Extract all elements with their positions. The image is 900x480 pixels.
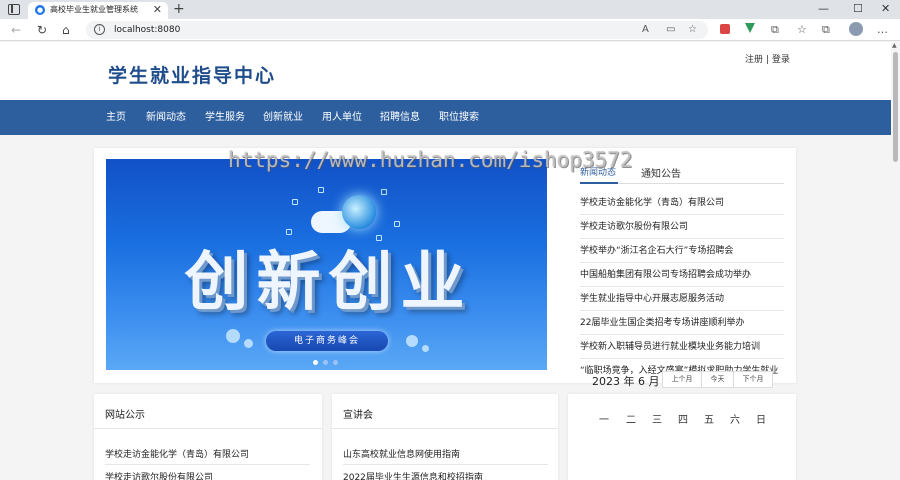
news-item[interactable]: 学校走访金能化学（青岛）有限公司	[580, 191, 784, 215]
scrollbar-thumb[interactable]	[893, 52, 898, 162]
tab-close-icon[interactable]: ✕	[153, 3, 162, 16]
calendar-year-unit: 年	[623, 375, 635, 388]
nav-news[interactable]: 新闻动态	[146, 100, 186, 135]
site-favicon-icon: ●	[35, 5, 45, 15]
fair-title: 宣讲会	[343, 410, 373, 421]
bubble-decoration	[406, 335, 418, 347]
banner-subtitle: 电子商务峰会	[266, 331, 388, 351]
fair-item-divider	[343, 464, 548, 465]
carousel-dot[interactable]	[323, 360, 328, 365]
bubble-decoration	[244, 339, 253, 348]
address-bar[interactable]: i localhost:8080 A ▭ ☆	[86, 21, 708, 39]
minimize-button[interactable]: —	[818, 1, 829, 17]
calendar-panel	[568, 394, 796, 480]
tab-actions-icon[interactable]	[8, 4, 20, 15]
prev-month-button[interactable]: 上个月	[662, 371, 702, 388]
weekday-label: 日	[756, 415, 766, 426]
weekday-label: 三	[652, 415, 662, 426]
watermark-text: https://www.huzhan.com/ishop3572	[228, 148, 633, 172]
more-icon[interactable]: …	[877, 22, 888, 38]
extension-icon[interactable]	[720, 24, 730, 34]
profile-avatar[interactable]	[849, 22, 863, 36]
news-item[interactable]: 学校新入职辅导员进行就业模块业务能力培训	[580, 335, 784, 359]
bubble-decoration	[226, 329, 240, 343]
split-screen-icon[interactable]: ▭	[666, 23, 675, 37]
page-viewport: 学生就业指导中心 注册 | 登录 主页 新闻动态 学生服务 创新就业 用人单位 …	[0, 42, 891, 480]
new-tab-button[interactable]: +	[173, 0, 185, 18]
nav-job-search[interactable]: 职位搜索	[439, 100, 479, 135]
tech-icon	[286, 229, 292, 235]
fair-item[interactable]: 2022届毕业生生源信息和校招指南	[343, 470, 483, 480]
browser-tab-bar: ● 高校毕业生就业管理系统 ✕ + — ☐ ✕	[0, 0, 900, 19]
tech-icon	[381, 189, 387, 195]
news-item[interactable]: 学校举办“浙江名企石大行”专场招聘会	[580, 239, 784, 263]
banner-headline: 创新创业	[184, 246, 473, 320]
notice-divider	[94, 428, 322, 429]
scroll-up-icon[interactable]: ▲	[892, 42, 897, 49]
weekday-label: 二	[626, 415, 636, 426]
fair-divider	[332, 428, 558, 429]
url-text[interactable]: localhost:8080	[114, 23, 180, 37]
favorite-icon[interactable]: ☆	[688, 23, 697, 37]
news-item[interactable]: 学校走访歌尔股份有限公司	[580, 215, 784, 239]
calendar-year: 2023	[592, 375, 620, 388]
tab-active-indicator	[580, 182, 618, 184]
browser-toolbar: ← ↻ ⌂ i localhost:8080 A ▭ ☆ ⧉ ☆ ⧉ …	[0, 19, 900, 41]
nav-home[interactable]: 主页	[106, 100, 126, 135]
weekday-label: 六	[730, 415, 740, 426]
nav-innovation[interactable]: 创新就业	[263, 100, 303, 135]
weekday-label: 四	[678, 415, 688, 426]
home-icon[interactable]: ⌂	[62, 22, 70, 38]
weekday-label: 五	[704, 415, 714, 426]
auth-links: 注册 | 登录	[745, 52, 790, 65]
notice-item-divider	[105, 464, 310, 465]
login-link[interactable]: 登录	[772, 55, 790, 65]
fair-item[interactable]: 山东高校就业信息网使用指南	[343, 447, 460, 460]
nav-student-services[interactable]: 学生服务	[205, 100, 245, 135]
today-button[interactable]: 今天	[701, 371, 734, 388]
site-title[interactable]: 学生就业指导中心	[108, 61, 276, 88]
bubble-decoration	[422, 345, 429, 352]
tech-icon	[394, 221, 400, 227]
collections-icon[interactable]: ⧉	[822, 22, 830, 38]
notice-item[interactable]: 学校走访歌尔股份有限公司	[105, 470, 213, 480]
calendar-heading: 2023 年 6 月	[592, 373, 660, 389]
site-info-icon[interactable]: i	[94, 24, 105, 35]
notice-item[interactable]: 学校走访金能化学（青岛）有限公司	[105, 447, 249, 460]
register-link[interactable]: 注册	[745, 55, 763, 65]
read-aloud-icon[interactable]: A	[642, 23, 649, 37]
page-scrollbar[interactable]: ▲	[891, 42, 900, 480]
banner-carousel[interactable]: 创新创业 电子商务峰会	[106, 159, 547, 370]
nav-employers[interactable]: 用人单位	[322, 100, 362, 135]
back-icon[interactable]: ←	[11, 22, 21, 38]
nav-recruitment[interactable]: 招聘信息	[380, 100, 420, 135]
notice-title: 网站公示	[105, 410, 145, 421]
tech-icon	[376, 235, 382, 241]
calendar-month: 6	[638, 375, 645, 388]
extensions-icon[interactable]: ⧉	[771, 22, 779, 38]
globe-graphic	[342, 195, 376, 229]
news-item[interactable]: 22届毕业生国企类招考专场讲座顺利举办	[580, 311, 784, 335]
tab-announcements[interactable]: 通知公告	[641, 165, 681, 180]
calendar-month-unit: 月	[648, 375, 660, 388]
news-item[interactable]: 学生就业指导中心开展志愿服务活动	[580, 287, 784, 311]
tech-icon	[318, 187, 324, 193]
next-month-button[interactable]: 下个月	[733, 371, 773, 388]
carousel-dot[interactable]	[313, 360, 318, 365]
maximize-button[interactable]: ☐	[853, 1, 863, 17]
weekday-label: 一	[599, 415, 609, 426]
browser-tab-active[interactable]: ● 高校毕业生就业管理系统 ✕	[28, 2, 168, 19]
main-nav: 主页 新闻动态 学生服务 创新就业 用人单位 招聘信息 职位搜索	[0, 100, 891, 135]
favorites-bar-icon[interactable]: ☆	[797, 22, 807, 38]
reload-icon[interactable]: ↻	[37, 22, 47, 38]
tab-title: 高校毕业生就业管理系统	[50, 5, 138, 14]
site-header: 学生就业指导中心 注册 | 登录	[0, 42, 891, 100]
carousel-dot[interactable]	[333, 360, 338, 365]
tech-icon	[292, 199, 298, 205]
news-item[interactable]: 中国船舶集团有限公司专场招聘会成功举办	[580, 263, 784, 287]
close-window-button[interactable]: ✕	[881, 1, 890, 17]
auth-separator: |	[765, 55, 769, 65]
vue-devtools-icon[interactable]	[745, 23, 755, 33]
